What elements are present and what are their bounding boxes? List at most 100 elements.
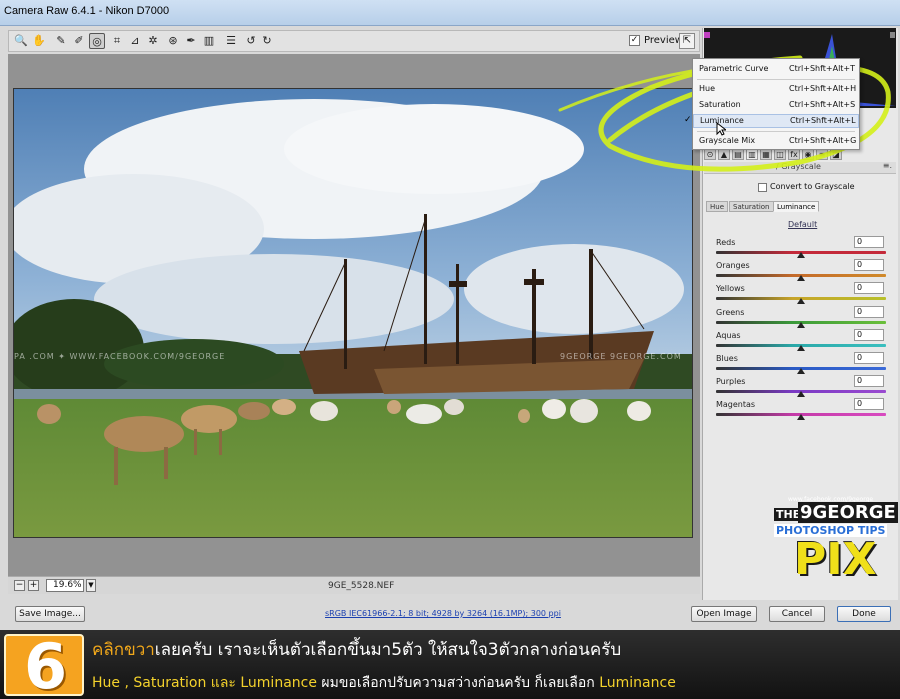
cancel-button[interactable]: Cancel — [769, 606, 825, 622]
tutorial-caption: 6 คลิกขวาเลยครับ เราจะเห็นตัวเลือกขึ้นมา… — [0, 630, 900, 699]
color-sampler-tool-icon[interactable]: ✐ — [71, 33, 87, 49]
panel-menu-icon[interactable]: ≡. — [883, 161, 892, 170]
photo-preview[interactable] — [13, 88, 693, 538]
convert-grayscale-label: Convert to Grayscale — [770, 182, 855, 191]
menu-separator — [697, 79, 855, 80]
step-number: 6 — [24, 630, 68, 699]
caption-line-1: คลิกขวาเลยครับ เราจะเห็นตัวเลือกขึ้นมา5ต… — [92, 636, 621, 663]
window-title: Camera Raw 6.4.1 - Nikon D7000 — [4, 5, 170, 17]
convert-grayscale-checkbox[interactable] — [758, 183, 767, 192]
workflow-options-link[interactable]: sRGB IEC61966-2.1; 8 bit; 4928 by 3264 (… — [325, 609, 561, 618]
open-image-button[interactable]: Open Image — [691, 606, 757, 622]
menu-item-shortcut: Ctrl+Shft+Alt+L — [790, 116, 856, 125]
slider-yellows: Yellows 0 — [706, 282, 894, 307]
slider-thumb[interactable] — [797, 252, 805, 258]
toolbar: ✓ Preview ⇱ 🔍 ✋ ✎ ✐ ◎ ⌗ ⊿ ✲ ⊛ ✒ ▥ ☰ ↺ ↻ — [8, 30, 700, 52]
step-badge: 6 — [4, 630, 84, 699]
hand-tool-icon[interactable]: ✋ — [31, 33, 47, 49]
slider-purples: Purples 0 — [706, 375, 894, 400]
menu-item-label: Saturation — [699, 100, 741, 109]
spot-removal-tool-icon[interactable]: ✲ — [145, 33, 161, 49]
red-eye-tool-icon[interactable]: ⊛ — [165, 33, 181, 49]
caption-line-2: Hue , Saturation และ Luminance ผมขอเลือก… — [92, 672, 676, 694]
graduated-filter-icon[interactable]: ▥ — [201, 33, 217, 49]
slider-value-field[interactable]: 0 — [854, 375, 884, 388]
rotate-left-icon[interactable]: ↺ — [243, 33, 259, 49]
slider-thumb[interactable] — [797, 344, 805, 351]
menu-item-hue[interactable]: Hue Ctrl+Shft+Alt+H — [693, 83, 859, 97]
slider-thumb[interactable] — [797, 321, 805, 328]
watermark-right: 9GEORGE 9GEORGE.COM — [560, 352, 682, 361]
slider-label: Blues — [716, 354, 738, 363]
caption-hue-sat: Hue , Saturation และ Luminance — [92, 675, 317, 691]
tab-hue[interactable]: Hue — [706, 201, 729, 212]
context-menu: Parametric Curve Ctrl+Shft+Alt+T Hue Ctr… — [684, 58, 860, 150]
slider-label: Oranges — [716, 261, 750, 271]
logo-pix: PIX — [794, 534, 877, 585]
chevron-down-icon[interactable]: ▼ — [86, 579, 96, 592]
slider-thumb[interactable] — [797, 298, 805, 305]
preferences-icon[interactable]: ☰ — [223, 33, 239, 49]
slider-magentas: Magentas 0 — [706, 398, 894, 423]
menu-item-parametric-curve[interactable]: Parametric Curve Ctrl+Shft+Alt+T — [693, 63, 859, 77]
zoom-in-button[interactable]: + — [28, 580, 39, 591]
rotate-right-icon[interactable]: ↻ — [259, 33, 275, 49]
slider-value-field[interactable]: 0 — [854, 328, 884, 341]
watermark-left: PA .COM ✦ WWW.FACEBOOK.COM/9GEORGE — [14, 352, 226, 361]
zoom-level-field[interactable]: 19.6% — [46, 579, 84, 592]
slider-thumb[interactable] — [797, 275, 805, 282]
camera-raw-window: Camera Raw 6.4.1 - Nikon D7000 ✓ Preview… — [0, 0, 900, 699]
menu-item-shortcut: Ctrl+Shft+Alt+H — [789, 84, 857, 93]
done-button[interactable]: Done — [837, 606, 891, 622]
slider-thumb[interactable] — [797, 414, 805, 421]
slider-reds: Reds 0 — [706, 236, 894, 261]
slider-oranges: Oranges 0 — [706, 259, 894, 284]
caption-line-1-text: เลยครับ เราจะเห็นตัวเลือกขึ้นมา5ตัว ให้ส… — [154, 640, 622, 660]
slider-label: Magentas — [716, 400, 756, 410]
menu-item-grayscale-mix[interactable]: Grayscale Mix Ctrl+Shft+Alt+G — [693, 135, 859, 149]
zoom-out-button[interactable]: − — [14, 580, 25, 591]
title-bar: Camera Raw 6.4.1 - Nikon D7000 — [0, 0, 900, 26]
menu-item-shortcut: Ctrl+Shft+Alt+T — [789, 64, 856, 73]
slider-label: Purples — [716, 377, 746, 387]
fullscreen-toggle-icon[interactable]: ⇱ — [679, 33, 695, 49]
white-balance-tool-icon[interactable]: ✎ — [53, 33, 69, 49]
menu-item-label: Grayscale Mix — [699, 136, 756, 145]
slider-greens: Greens 0 — [706, 305, 894, 331]
menu-item-label: Hue — [699, 84, 716, 93]
shadow-clipping-icon — [704, 32, 710, 38]
caption-line-2-text: ผมขอเลือกปรับความสว่างก่อนครับ ก็เลยเลือ… — [316, 675, 600, 691]
slider-value-field[interactable]: 0 — [854, 259, 884, 272]
slider-value-field[interactable]: 0 — [854, 352, 884, 364]
zoom-tool-icon[interactable]: 🔍 — [13, 33, 29, 49]
slider-value-field[interactable]: 0 — [854, 282, 884, 295]
targeted-adjustment-tool-icon[interactable]: ◎ — [89, 33, 105, 49]
save-image-button[interactable]: Save Image... — [15, 606, 85, 622]
checkmark-icon: ✓ — [684, 115, 692, 125]
slider-value-field[interactable]: 0 — [854, 236, 884, 248]
slider-value-field[interactable]: 0 — [854, 398, 884, 411]
crop-tool-icon[interactable]: ⌗ — [109, 33, 125, 49]
slider-thumb[interactable] — [797, 368, 805, 374]
zoom-status-strip: − + 19.6% ▼ 9GE_5528.NEF — [8, 576, 700, 594]
adjustment-brush-icon[interactable]: ✒ — [183, 33, 199, 49]
straighten-tool-icon[interactable]: ⊿ — [127, 33, 143, 49]
slider-thumb[interactable] — [797, 391, 805, 398]
slider-value-field[interactable]: 0 — [854, 305, 884, 318]
menu-item-shortcut: Ctrl+Shft+Alt+G — [789, 136, 857, 145]
menu-item-shortcut: Ctrl+Shft+Alt+S — [789, 100, 856, 109]
bottom-bar: Save Image... sRGB IEC61966-2.1; 8 bit; … — [0, 600, 900, 630]
slider-label: Aquas — [716, 330, 741, 340]
menu-item-saturation[interactable]: Saturation Ctrl+Shft+Alt+S — [693, 99, 859, 113]
slider-label: Reds — [716, 238, 736, 247]
tab-saturation[interactable]: Saturation — [729, 201, 774, 212]
caption-luminance: Luminance — [599, 675, 676, 691]
panel-header-title: / Grayscale — [776, 162, 821, 171]
preview-checkbox[interactable]: ✓ — [629, 35, 640, 46]
preview-label: Preview — [644, 35, 683, 46]
default-link[interactable]: Default — [788, 220, 817, 229]
file-name: 9GE_5528.NEF — [328, 581, 395, 591]
slider-blues: Blues 0 — [706, 352, 894, 377]
mouse-cursor-icon — [716, 122, 726, 136]
tab-luminance[interactable]: Luminance — [773, 201, 820, 212]
